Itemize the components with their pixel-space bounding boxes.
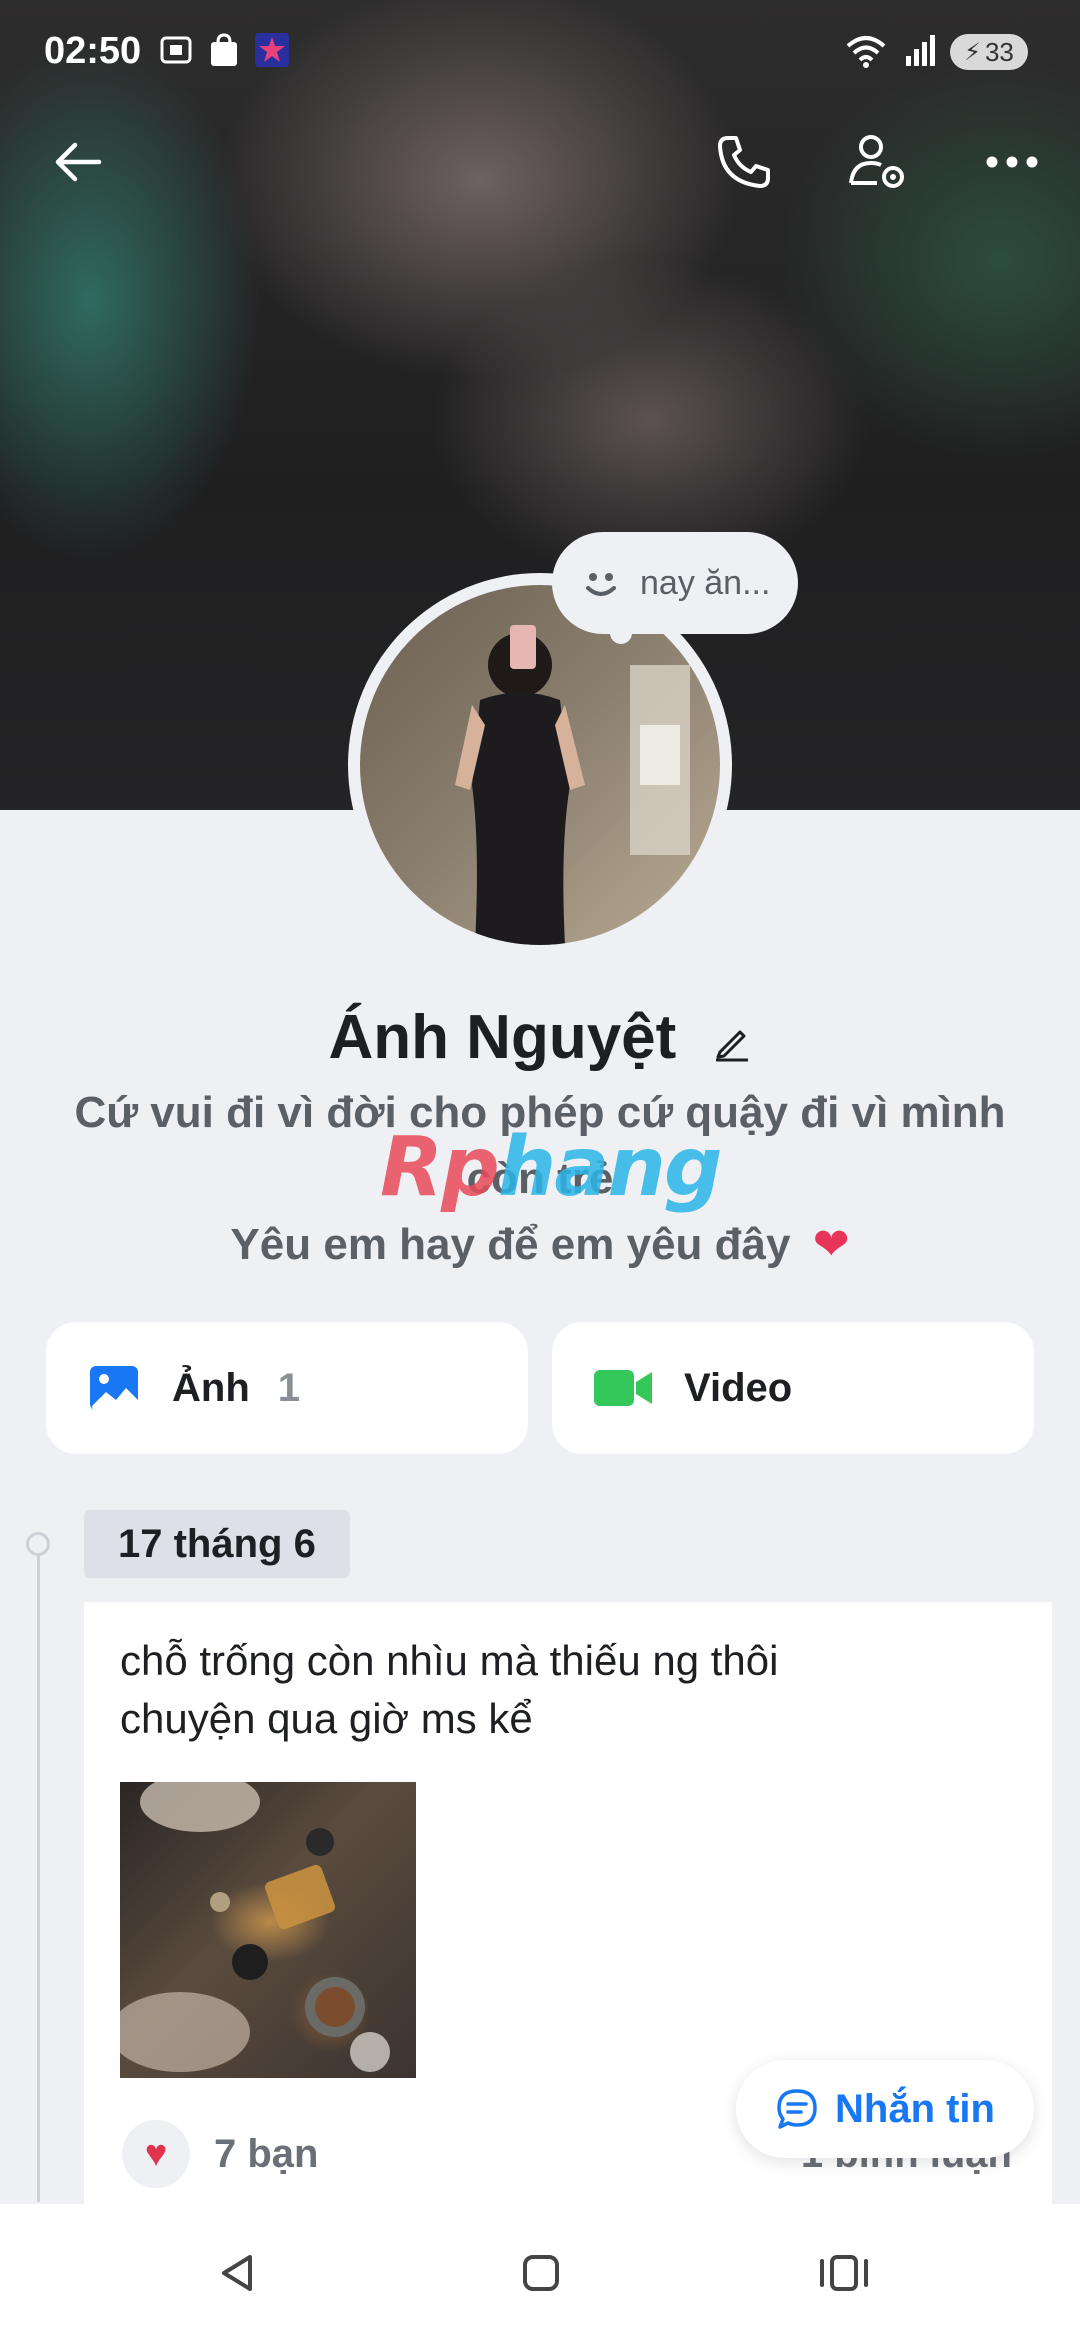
nav-home-button[interactable] — [506, 2238, 576, 2308]
app-star-icon — [254, 32, 290, 68]
post-text-line-1: chỗ trống còn nhìu mà thiếu ng thôi — [120, 1637, 779, 1684]
battery-charging-icon: ⚡ — [964, 38, 981, 66]
more-horizontal-icon — [986, 156, 1038, 168]
watermark-part-1: Rp — [380, 1120, 500, 1215]
profile-name: Ánh Nguyệt — [0, 1002, 1080, 1077]
profile-name-text: Ánh Nguyệt — [328, 1003, 677, 1072]
heart-emoji: ❤ — [812, 1220, 850, 1269]
status-bar: 02:50 ⚡ 33 — [0, 0, 1080, 100]
watermark-part-2: hang — [497, 1120, 723, 1215]
nav-home-icon — [523, 2255, 559, 2291]
bio-line-3: Yêu em hay để em yêu đây ❤ — [60, 1212, 1020, 1278]
photos-label: Ảnh — [172, 1365, 250, 1410]
nav-back-button[interactable] — [203, 2238, 273, 2308]
bio-line-3-text: Yêu em hay để em yêu đây — [230, 1220, 791, 1269]
nav-recents-button[interactable] — [809, 2238, 879, 2308]
more-options-button[interactable] — [972, 122, 1052, 202]
edit-name-button[interactable] — [712, 1006, 752, 1077]
status-bubble-tail — [610, 622, 632, 644]
profile-settings-button[interactable] — [838, 122, 918, 202]
screenshot-icon — [158, 32, 194, 68]
signal-icon — [902, 32, 938, 68]
shopping-bag-icon — [206, 32, 242, 68]
back-button[interactable] — [38, 122, 118, 202]
chat-bubble-icon — [777, 2089, 817, 2129]
video-camera-icon — [594, 1370, 652, 1406]
phone-icon — [718, 136, 770, 188]
timeline-date: 17 tháng 6 — [84, 1510, 350, 1578]
video-label: Video — [684, 1365, 793, 1410]
nav-back-icon — [222, 2255, 252, 2291]
call-button[interactable] — [704, 122, 784, 202]
wifi-icon — [844, 32, 888, 68]
video-button[interactable]: Video — [552, 1322, 1034, 1454]
reaction-heart-button[interactable]: ♥ — [122, 2120, 190, 2188]
person-gear-icon — [849, 135, 904, 188]
reaction-count[interactable]: 7 bạn — [214, 2132, 318, 2177]
status-bubble[interactable]: nay ăn... — [552, 532, 798, 634]
timeline-dot — [26, 1532, 50, 1556]
watermark: Rphang — [380, 1120, 723, 1215]
photos-button[interactable]: Ảnh 1 — [46, 1322, 528, 1454]
photos-count: 1 — [277, 1365, 301, 1410]
navigation-bar — [0, 2204, 1080, 2340]
photo-icon — [90, 1366, 138, 1410]
pencil-icon — [715, 1030, 748, 1062]
message-button[interactable]: Nhắn tin — [736, 2060, 1034, 2158]
smiley-icon — [586, 573, 616, 596]
message-button-label: Nhắn tin — [835, 2086, 995, 2131]
avatar-person-figure — [455, 625, 690, 945]
status-time: 02:50 — [44, 30, 142, 72]
nav-recents-icon — [820, 2255, 868, 2291]
post-photo-image — [120, 1782, 390, 2072]
avatar[interactable] — [360, 585, 720, 945]
battery-level: 33 — [984, 36, 1014, 67]
arrow-left-icon — [55, 142, 102, 182]
status-bubble-text: nay ăn... — [640, 563, 771, 602]
heart-icon: ♥ — [144, 2132, 168, 2175]
post-text-line-2: chuyện qua giờ ms kể — [120, 1695, 533, 1742]
post-text: chỗ trống còn nhìu mà thiếu ng thôi chuy… — [120, 1632, 1020, 1748]
battery-indicator: ⚡ 33 — [950, 34, 1028, 70]
post-photo[interactable] — [120, 1782, 416, 2078]
timeline-line — [37, 1542, 40, 2202]
